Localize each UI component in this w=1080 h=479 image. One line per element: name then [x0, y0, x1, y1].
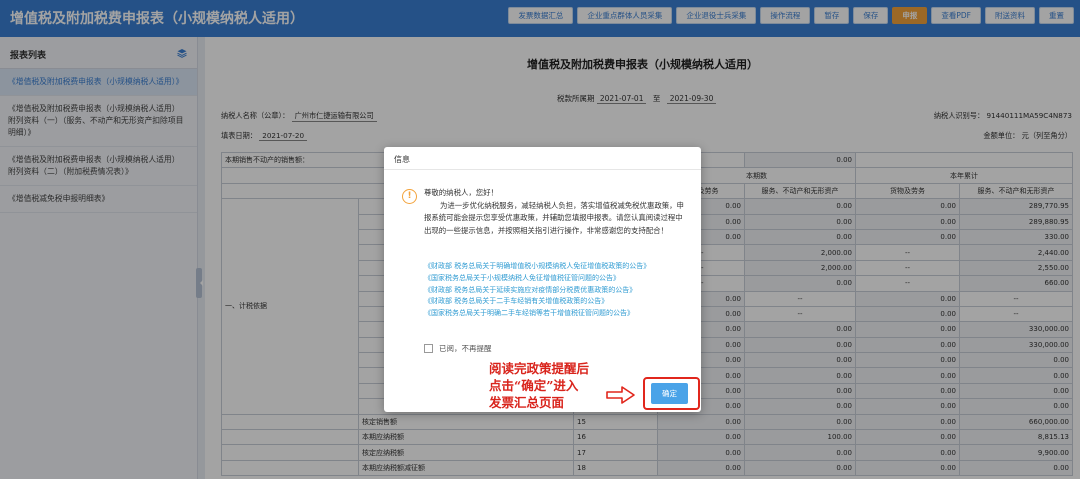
dialog-message: 尊敬的纳税人，您好！ 为进一步优化纳税服务，减轻纳税人负担，落实增值税减免税优惠… — [424, 187, 689, 237]
dialog-title: 信息 — [384, 147, 701, 170]
policy-link[interactable]: 《财政部 税务总局关于明确增值税小规模纳税人免征增值税政策的公告》 — [424, 261, 694, 273]
policy-link[interactable]: 《财政部 税务总局关于延续实施应对疫情部分税费优惠政策的公告》 — [424, 285, 694, 297]
dont-remind-row[interactable]: 已阅，不再提醒 — [424, 343, 492, 354]
annotation-arrow — [606, 386, 635, 404]
policy-link[interactable]: 《国家税务总局关于小规模纳税人免征增值税征管问题的公告》 — [424, 273, 694, 285]
warning-icon: ! — [402, 189, 417, 204]
annotation-highlight-box — [643, 377, 700, 410]
dont-remind-checkbox[interactable] — [424, 344, 433, 353]
dialog-greeting: 尊敬的纳税人，您好！ — [424, 188, 498, 197]
policy-links: 《财政部 税务总局关于明确增值税小规模纳税人免征增值税政策的公告》 《国家税务总局… — [424, 261, 694, 320]
dialog-paragraph: 为进一步优化纳税服务，减轻纳税人负担，落实增值税减免税优惠政策，申报系统可能会提… — [424, 200, 684, 235]
annotation-line: 阅读完政策提醒后 — [489, 361, 590, 376]
policy-link[interactable]: 《国家税务总局关于明确二手车经销等若干增值税征管问题的公告》 — [424, 308, 694, 320]
policy-link[interactable]: 《财政部 税务总局关于二手车经销有关增值税政策的公告》 — [424, 296, 694, 308]
dont-remind-label[interactable]: 已阅，不再提醒 — [439, 343, 492, 354]
